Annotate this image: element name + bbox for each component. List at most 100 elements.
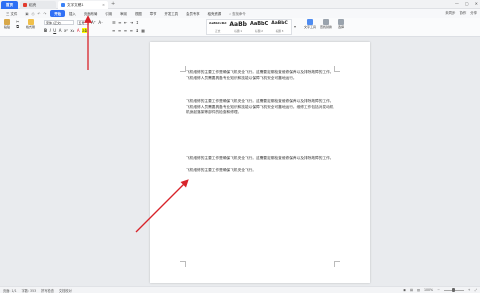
menu-member[interactable]: 会员专享 bbox=[182, 10, 204, 17]
document-icon bbox=[61, 3, 65, 7]
close-window-icon[interactable]: ✕ bbox=[475, 1, 478, 6]
command-search-label: 查找命令 bbox=[232, 12, 246, 16]
sort-icon[interactable]: ↕ bbox=[136, 20, 139, 25]
menu-docer-resources[interactable]: 稻壳资源 bbox=[204, 10, 226, 17]
font-color-icon[interactable]: A bbox=[77, 28, 80, 33]
shrink-font-icon[interactable]: A⁻ bbox=[98, 20, 103, 25]
document-paragraph[interactable]: 飞机维修的主要工作是确保飞机安全飞行。这需要定期检查维修保养以及排除故障的工作。… bbox=[186, 99, 336, 116]
zoom-slider-handle[interactable] bbox=[452, 288, 456, 292]
menu-references[interactable]: 引用 bbox=[101, 10, 116, 17]
highlight-icon[interactable]: ab bbox=[82, 28, 88, 33]
numbered-list-icon[interactable]: ≡ bbox=[118, 20, 121, 25]
menu-start[interactable]: 开始 bbox=[50, 10, 66, 17]
line-spacing-icon[interactable]: ↨ bbox=[135, 28, 138, 33]
font-selectors: 宋体 (正文) 五号 A⁺ A⁻ bbox=[44, 20, 103, 25]
new-tab-button[interactable]: + bbox=[111, 1, 115, 7]
align-right-icon[interactable]: ≡ bbox=[124, 28, 127, 33]
file-menu[interactable]: 三 文件 bbox=[2, 10, 21, 17]
find-replace-label: 查找替换 bbox=[320, 25, 333, 29]
italic-icon[interactable]: I bbox=[50, 28, 51, 33]
copy-icon[interactable]: ⧉ bbox=[16, 24, 19, 29]
increase-indent-icon[interactable]: ⇥ bbox=[130, 20, 133, 25]
web-view-icon[interactable]: ▥ bbox=[417, 288, 420, 292]
style-normal-sample: AaBbCcDd bbox=[209, 21, 227, 25]
zoom-out-icon[interactable]: − bbox=[437, 288, 440, 292]
select-group[interactable]: 选择 bbox=[338, 19, 344, 29]
share-button[interactable]: 分享 bbox=[470, 10, 477, 15]
document-paragraph[interactable]: 飞机维修的主要工作是确保飞机安全飞行。这需要定期检查维修保养以及排除故障的工作。 bbox=[186, 156, 336, 162]
style-heading-3-label: 标题 3 bbox=[275, 30, 284, 33]
style-heading-2-label: 标题 2 bbox=[255, 30, 263, 33]
sync-status[interactable]: 未同步 bbox=[445, 10, 455, 15]
document-paragraph[interactable]: 飞机维修的主要工作是确保飞机安全飞行。这需要定期检查维修保养以及排除故障的工作。… bbox=[186, 70, 336, 81]
justify-icon[interactable]: ≡ bbox=[130, 28, 133, 33]
styles-more-icon[interactable]: ▾ bbox=[294, 24, 296, 29]
margin-corner-bottom-left bbox=[180, 261, 186, 267]
zoom-slider[interactable] bbox=[443, 288, 464, 292]
save-icon[interactable]: ▣ bbox=[25, 12, 28, 16]
command-search[interactable]: ⌕ 查找命令 bbox=[229, 11, 246, 17]
subscript-icon[interactable]: x₂ bbox=[70, 28, 74, 33]
maximize-icon[interactable]: ▢ bbox=[465, 1, 469, 6]
font-name-select[interactable]: 宋体 (正文) bbox=[44, 20, 74, 25]
menu-sections[interactable]: 章节 bbox=[146, 10, 161, 17]
doc-proofread[interactable]: 文档校对 bbox=[59, 288, 72, 293]
document-page[interactable]: 飞机维修的主要工作是确保飞机安全飞行。这需要定期检查维修保养以及排除故障的工作。… bbox=[150, 42, 370, 283]
style-heading-1[interactable]: AaBb 标题 1 bbox=[229, 21, 247, 33]
page-count[interactable]: 页面: 1/1 bbox=[3, 288, 17, 293]
tab-document[interactable]: 文字文稿1 × bbox=[58, 1, 108, 9]
fullscreen-icon[interactable]: ⤢ bbox=[474, 288, 477, 292]
undo-icon[interactable]: ↶ bbox=[37, 12, 40, 16]
eye-protection-icon[interactable]: ◉ bbox=[403, 288, 406, 292]
quick-access-toolbar: ▣ ⎙ ↶ ↷ bbox=[21, 12, 50, 16]
word-count[interactable]: 字数: 353 bbox=[22, 288, 37, 293]
alignment-buttons: ≡ ≡ ≡ ≡ ↨ ▦ bbox=[112, 28, 145, 33]
collaborate-button[interactable]: 协作 bbox=[459, 10, 466, 15]
format-painter-group[interactable]: 格式刷 bbox=[26, 19, 35, 29]
document-paragraph[interactable]: 飞机维修的主要工作是确保飞机安全飞行。 bbox=[186, 168, 336, 174]
menu-page-layout[interactable]: 页面布局 bbox=[80, 10, 102, 17]
close-tab-icon[interactable]: × bbox=[102, 3, 105, 7]
paste-group[interactable]: 粘贴 bbox=[4, 19, 10, 29]
borders-icon[interactable]: ▦ bbox=[141, 28, 145, 33]
style-heading-2-sample: AaBbC bbox=[249, 21, 269, 27]
strikethrough-icon[interactable]: A bbox=[59, 28, 62, 33]
ribbon-toolbar: 粘贴 ✂ ⧉ 格式刷 宋体 (正文) 五号 A⁺ A⁻ B I U A x² x… bbox=[0, 18, 480, 37]
underline-icon[interactable]: U bbox=[53, 28, 56, 33]
style-heading-2[interactable]: AaBbC 标题 2 bbox=[250, 21, 268, 33]
redo-icon[interactable]: ↷ bbox=[43, 12, 46, 16]
menubar-right-actions: 未同步 协作 分享 bbox=[445, 10, 477, 15]
menu-insert[interactable]: 插入 bbox=[65, 10, 80, 17]
paste-label: 粘贴 bbox=[4, 25, 11, 29]
title-bar: 首页 稻壳 文字文稿1 × + — ▢ ✕ bbox=[0, 0, 480, 9]
menu-bar: 三 文件 ▣ ⎙ ↶ ↷ 开始 插入 页面布局 引用 审阅 视图 章节 开发工具… bbox=[0, 9, 480, 18]
style-heading-3-sample: AaBbC bbox=[271, 21, 288, 26]
cut-copy-group[interactable]: ✂ ⧉ bbox=[16, 19, 19, 29]
tab-wps-docer[interactable]: 稻壳 bbox=[20, 1, 56, 9]
font-format-buttons: B I U A x² x₂ A ab bbox=[44, 28, 88, 33]
style-normal-label: 正文 bbox=[215, 30, 221, 33]
menu-developer[interactable]: 开发工具 bbox=[161, 10, 183, 17]
bullet-list-icon[interactable]: ☰ bbox=[112, 20, 116, 25]
tab-home[interactable]: 首页 bbox=[1, 1, 18, 9]
text-tools-group[interactable]: 文字工具 bbox=[304, 19, 316, 29]
style-heading-1-label: 标题 1 bbox=[234, 30, 243, 33]
print-icon[interactable]: ⎙ bbox=[32, 12, 35, 16]
style-normal[interactable]: AaBbCcDd 正文 bbox=[209, 21, 226, 33]
minimize-icon[interactable]: — bbox=[455, 1, 459, 6]
align-center-icon[interactable]: ≡ bbox=[118, 28, 121, 33]
superscript-icon[interactable]: x² bbox=[64, 28, 68, 33]
find-replace-group[interactable]: 查找替换 bbox=[320, 19, 332, 29]
grow-font-icon[interactable]: A⁺ bbox=[91, 20, 96, 25]
spell-check-toggle[interactable]: 拼写检查 bbox=[41, 288, 54, 293]
style-heading-1-sample: AaBb bbox=[229, 21, 247, 28]
menu-review[interactable]: 审阅 bbox=[116, 10, 131, 17]
bold-icon[interactable]: B bbox=[44, 28, 47, 33]
zoom-in-icon[interactable]: + bbox=[468, 288, 471, 292]
font-size-select[interactable]: 五号 bbox=[76, 20, 89, 25]
align-left-icon[interactable]: ≡ bbox=[112, 28, 115, 33]
decrease-indent-icon[interactable]: ⇤ bbox=[124, 20, 127, 25]
page-view-icon[interactable]: ▤ bbox=[410, 288, 413, 292]
style-heading-3[interactable]: AaBbC 标题 3 bbox=[271, 21, 287, 33]
menu-view[interactable]: 视图 bbox=[131, 10, 146, 17]
